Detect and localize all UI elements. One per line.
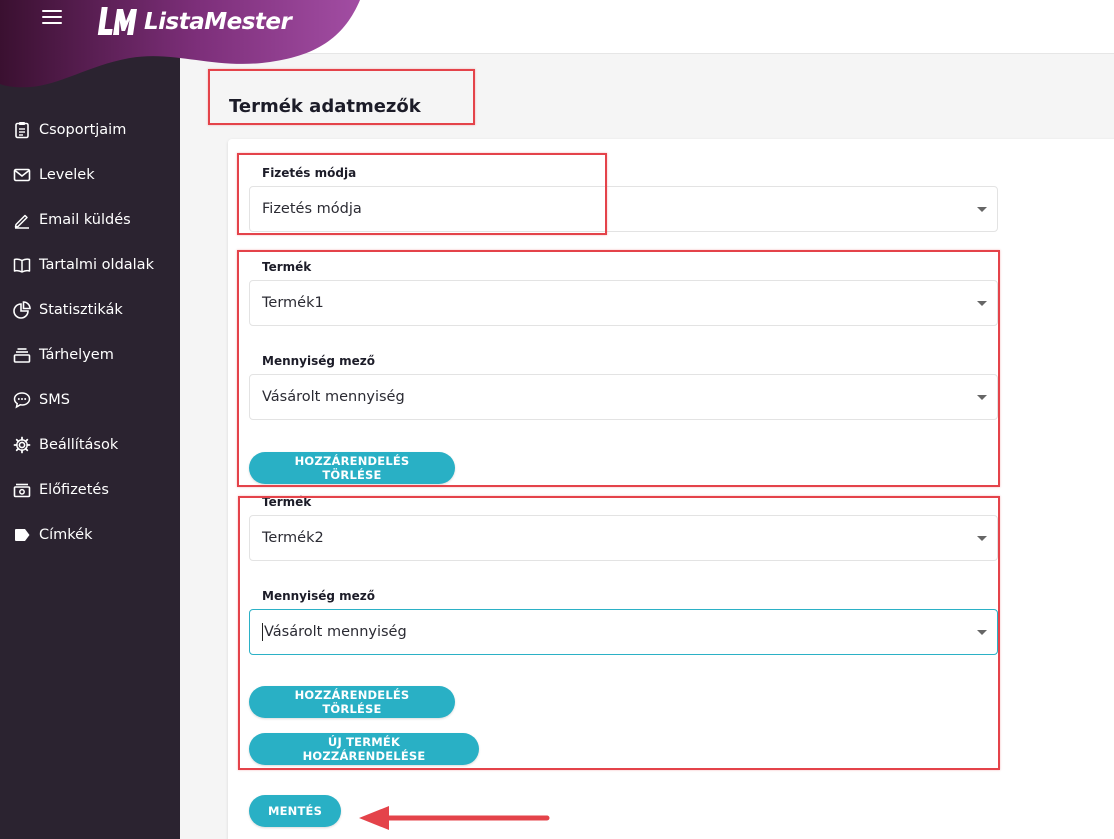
sidebar-item-label: SMS — [39, 391, 70, 408]
sidebar-item-label: Csoportjaim — [39, 121, 127, 138]
product-value: Termék1 — [262, 295, 324, 311]
sidebar-item-tarhelyem[interactable]: Tárhelyem — [0, 332, 180, 377]
chat-bubble-icon — [12, 390, 32, 410]
chevron-down-icon — [977, 301, 987, 306]
product-label: Termék — [262, 495, 312, 509]
sidebar: Csoportjaim Levelek Email küldés Tartalm… — [0, 0, 180, 839]
sidebar-item-label: Statisztikák — [39, 301, 123, 318]
clipboard-icon — [12, 120, 32, 140]
sidebar-item-statisztikak[interactable]: Statisztikák — [0, 287, 180, 332]
sidebar-item-csoportjaim[interactable]: Csoportjaim — [0, 107, 180, 152]
pencil-icon — [12, 210, 32, 230]
quantity-field-select[interactable]: Vásárolt mennyiség — [249, 374, 998, 420]
sidebar-item-label: Tárhelyem — [39, 346, 114, 363]
book-icon — [12, 255, 32, 275]
chevron-down-icon — [977, 536, 987, 541]
app-name: ListaMester — [144, 9, 292, 35]
save-button[interactable]: MENTÉS — [249, 795, 341, 827]
chevron-down-icon — [977, 207, 987, 212]
text-cursor — [262, 623, 263, 641]
sidebar-item-cimkek[interactable]: Címkék — [0, 512, 180, 557]
menu-toggle-button[interactable] — [42, 10, 62, 26]
remove-assignment-button[interactable]: HOZZÁRENDELÉS TÖRLÉSE — [249, 452, 455, 484]
quantity-field-select[interactable]: Vásárolt mennyiség — [249, 609, 998, 655]
app-logo[interactable]: ListaMester — [96, 4, 292, 40]
tag-icon — [12, 525, 32, 545]
sidebar-item-elofizetes[interactable]: Előfizetés — [0, 467, 180, 512]
product-label: Termék — [262, 260, 312, 274]
sidebar-nav: Csoportjaim Levelek Email küldés Tartalm… — [0, 107, 180, 557]
quantity-field-label: Mennyiség mező — [262, 589, 376, 603]
page-title: Termék adatmezők — [229, 96, 421, 117]
sidebar-item-label: Címkék — [39, 526, 93, 543]
sidebar-item-label: Levelek — [39, 166, 95, 183]
quantity-field-value: Vásárolt mennyiség — [264, 624, 407, 640]
chevron-down-icon — [977, 630, 987, 635]
listamester-logo-icon — [97, 7, 137, 35]
sidebar-item-tartalmi-oldalak[interactable]: Tartalmi oldalak — [0, 242, 180, 287]
sidebar-item-levelek[interactable]: Levelek — [0, 152, 180, 197]
annotation-arrow-icon — [359, 806, 550, 830]
mail-icon — [12, 165, 32, 185]
sidebar-item-email-kuldes[interactable]: Email küldés — [0, 197, 180, 242]
chevron-down-icon — [977, 395, 987, 400]
payment-method-value: Fizetés módja — [262, 201, 362, 217]
sidebar-item-label: Beállítások — [39, 436, 119, 453]
payment-method-select[interactable]: Fizetés módja — [249, 186, 998, 232]
gear-icon — [12, 435, 32, 455]
pie-chart-icon — [12, 300, 32, 320]
sidebar-item-label: Email küldés — [39, 211, 131, 228]
sidebar-item-label: Tartalmi oldalak — [39, 256, 154, 273]
storage-icon — [12, 345, 32, 365]
product-select[interactable]: Termék1 — [249, 280, 998, 326]
product-value: Termék2 — [262, 530, 324, 546]
payment-method-label: Fizetés módja — [262, 166, 357, 180]
sidebar-item-beallitasok[interactable]: Beállítások — [0, 422, 180, 467]
product-select[interactable]: Termék2 — [249, 515, 998, 561]
quantity-field-label: Mennyiség mező — [262, 354, 376, 368]
sidebar-item-label: Előfizetés — [39, 481, 109, 498]
cash-icon — [12, 480, 32, 500]
quantity-field-value: Vásárolt mennyiség — [262, 389, 405, 405]
add-product-assignment-button[interactable]: ÚJ TERMÉK HOZZÁRENDELÉSE — [249, 733, 479, 765]
sidebar-item-sms[interactable]: SMS — [0, 377, 180, 422]
remove-assignment-button[interactable]: HOZZÁRENDELÉS TÖRLÉSE — [249, 686, 455, 718]
